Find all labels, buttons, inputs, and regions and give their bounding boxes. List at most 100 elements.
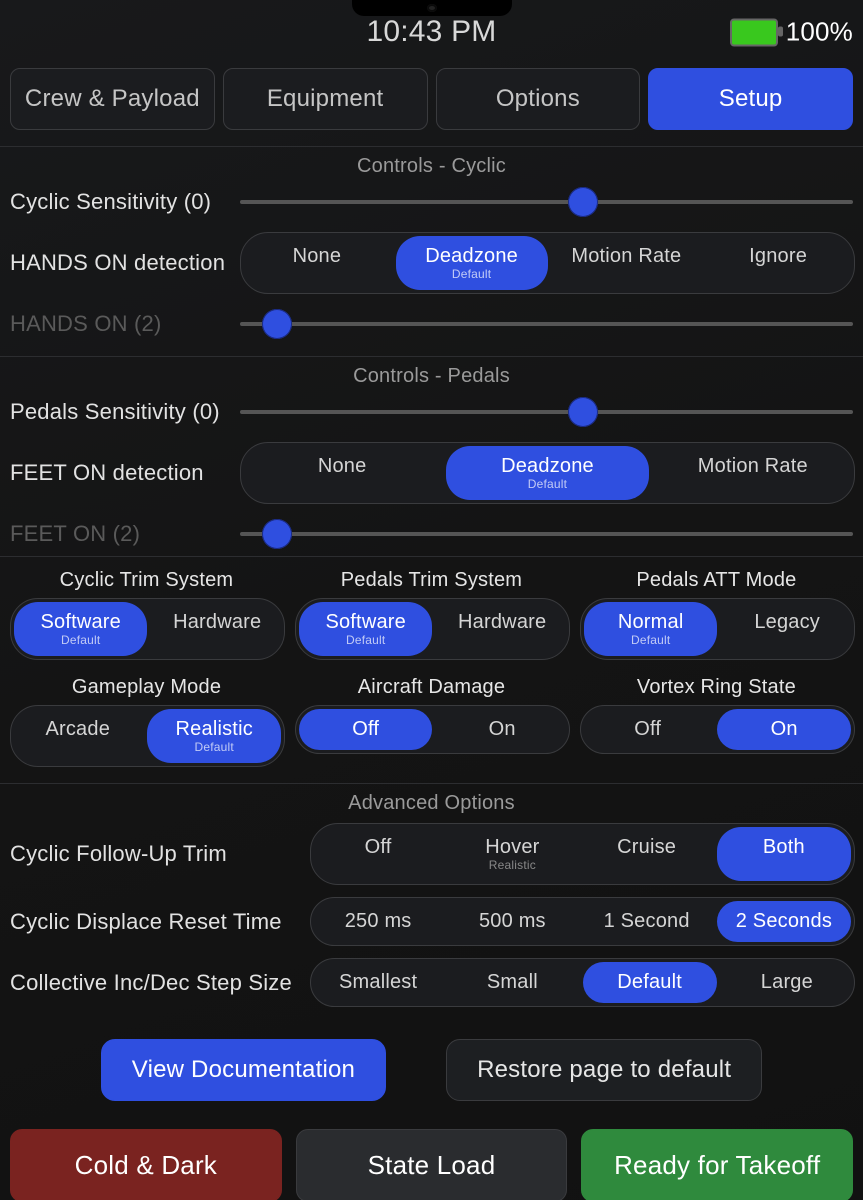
opt-label: Software: [40, 611, 121, 633]
opt-cyclic-trim-hardware[interactable]: Hardware: [150, 599, 283, 659]
opt-sub-default: Default: [450, 477, 644, 491]
opt-feet-none[interactable]: None: [241, 443, 443, 503]
status-battery: 100%: [730, 17, 853, 48]
opt-sub-default: Default: [18, 633, 143, 647]
opt-pedals-trim-hardware[interactable]: Hardware: [435, 599, 568, 659]
opt-label: 2 Seconds: [736, 910, 832, 932]
opt-hands-deadzone-label: Deadzone: [425, 245, 518, 267]
opt-label: Normal: [618, 611, 684, 633]
tab-equipment[interactable]: Equipment: [223, 68, 428, 130]
button-cold-dark[interactable]: Cold & Dark: [10, 1129, 282, 1200]
seg-feet-on-detection: None Deadzone Default Motion Rate: [240, 442, 855, 504]
opt-damage-off[interactable]: Off: [299, 709, 432, 750]
seg-damage: Off On: [295, 705, 570, 754]
opt-sub-default: Default: [588, 633, 713, 647]
opt-label: Both: [763, 836, 805, 858]
card-title-pedals-trim: Pedals Trim System: [295, 569, 568, 592]
opt-hands-motion[interactable]: Motion Rate: [551, 233, 703, 293]
section-title-cyclic: Controls - Cyclic: [0, 146, 863, 180]
opt-gameplay-arcade[interactable]: Arcade: [11, 706, 144, 766]
opt-step-default[interactable]: Default: [583, 962, 717, 1003]
tab-options[interactable]: Options: [436, 68, 641, 130]
opt-sub-default: Default: [303, 633, 428, 647]
slider-feet-on[interactable]: [240, 520, 853, 548]
opt-sub-realistic: Realistic: [449, 858, 575, 872]
opt-hands-deadzone[interactable]: Deadzone Default: [396, 236, 548, 290]
seg-followup-trim: Off Hover Realistic Cruise Both: [310, 823, 855, 885]
opt-cyclic-trim-software[interactable]: Software Default: [14, 602, 147, 656]
tab-setup[interactable]: Setup: [648, 68, 853, 130]
card-title-cyclic-trim: Cyclic Trim System: [10, 569, 283, 592]
button-ready-takeoff[interactable]: Ready for Takeoff: [581, 1129, 853, 1200]
seg-cyclic-trim: Software Default Hardware: [10, 598, 285, 660]
status-time: 10:43 PM: [366, 15, 496, 49]
section-title-advanced: Advanced Options: [0, 784, 863, 817]
tablet-screen: 10:43 PM 100% Crew & Payload Equipment O…: [0, 0, 863, 1200]
opt-reset-250[interactable]: 250 ms: [311, 898, 445, 945]
opt-reset-1s[interactable]: 1 Second: [580, 898, 714, 945]
footer-buttons: Cold & Dark State Load Ready for Takeoff: [0, 1129, 863, 1200]
label-hands-on-detection: HANDS ON detection: [10, 250, 240, 276]
slider-pedals-sensitivity[interactable]: [240, 398, 853, 426]
opt-feet-motion[interactable]: Motion Rate: [652, 443, 854, 503]
card-title-gameplay: Gameplay Mode: [10, 676, 283, 699]
button-restore-defaults[interactable]: Restore page to default: [446, 1039, 762, 1101]
opt-vrs-on[interactable]: On: [717, 709, 850, 750]
card-title-vrs: Vortex Ring State: [580, 676, 853, 699]
opt-pedals-trim-software[interactable]: Software Default: [299, 602, 432, 656]
opt-step-large[interactable]: Large: [720, 959, 854, 1006]
opt-followup-off[interactable]: Off: [311, 824, 445, 884]
opt-sub-default: Default: [400, 267, 544, 281]
seg-hands-on-detection: None Deadzone Default Motion Rate Ignore: [240, 232, 855, 294]
seg-pedals-att: Normal Default Legacy: [580, 598, 855, 660]
opt-label: On: [771, 718, 798, 740]
seg-displace-reset: 250 ms 500 ms 1 Second 2 Seconds: [310, 897, 855, 946]
status-bar: 10:43 PM 100%: [0, 0, 863, 64]
slider-cyclic-sensitivity[interactable]: [240, 188, 853, 216]
trim-cards: Cyclic Trim System Software Default Hard…: [0, 556, 863, 784]
opt-hands-none[interactable]: None: [241, 233, 393, 293]
label-displace-reset: Cyclic Displace Reset Time: [10, 909, 310, 935]
opt-reset-500[interactable]: 500 ms: [445, 898, 579, 945]
opt-pedals-att-normal[interactable]: Normal Default: [584, 602, 717, 656]
opt-step-small[interactable]: Small: [445, 959, 579, 1006]
label-followup-trim: Cyclic Follow-Up Trim: [10, 841, 310, 867]
opt-label: Software: [325, 611, 406, 633]
opt-gameplay-realistic[interactable]: Realistic Default: [147, 709, 280, 763]
opt-followup-both[interactable]: Both: [717, 827, 851, 881]
button-state-load[interactable]: State Load: [296, 1129, 568, 1200]
opt-sub-default: Default: [151, 740, 276, 754]
label-hands-on: HANDS ON (2): [10, 311, 240, 337]
label-feet-on-detection: FEET ON detection: [10, 460, 240, 486]
mid-buttons: View Documentation Restore page to defau…: [0, 1013, 863, 1119]
opt-feet-deadzone-label: Deadzone: [501, 455, 594, 477]
seg-collective-step: Smallest Small Default Large: [310, 958, 855, 1007]
seg-pedals-trim: Software Default Hardware: [295, 598, 570, 660]
label-cyclic-sensitivity: Cyclic Sensitivity (0): [10, 189, 240, 215]
opt-followup-cruise[interactable]: Cruise: [580, 824, 714, 884]
opt-label: Realistic: [176, 718, 253, 740]
opt-label: Default: [617, 971, 682, 993]
tab-crew-payload[interactable]: Crew & Payload: [10, 68, 215, 130]
battery-icon: [730, 18, 778, 46]
label-pedals-sensitivity: Pedals Sensitivity (0): [10, 399, 240, 425]
opt-damage-on[interactable]: On: [435, 706, 568, 753]
opt-feet-deadzone[interactable]: Deadzone Default: [446, 446, 648, 500]
section-title-pedals: Controls - Pedals: [0, 356, 863, 390]
battery-percent: 100%: [786, 17, 853, 48]
opt-label: Hover: [485, 836, 539, 858]
opt-reset-2s[interactable]: 2 Seconds: [717, 901, 851, 942]
card-title-damage: Aircraft Damage: [295, 676, 568, 699]
card-title-pedals-att: Pedals ATT Mode: [580, 569, 853, 592]
opt-hands-ignore[interactable]: Ignore: [702, 233, 854, 293]
opt-pedals-att-legacy[interactable]: Legacy: [720, 599, 853, 659]
label-feet-on: FEET ON (2): [10, 521, 240, 547]
opt-label: Off: [352, 718, 379, 740]
opt-vrs-off[interactable]: Off: [581, 706, 714, 753]
slider-hands-on[interactable]: [240, 310, 853, 338]
opt-step-smallest[interactable]: Smallest: [311, 959, 445, 1006]
button-view-docs[interactable]: View Documentation: [101, 1039, 386, 1101]
seg-gameplay: Arcade Realistic Default: [10, 705, 285, 767]
seg-vrs: Off On: [580, 705, 855, 754]
opt-followup-hover[interactable]: Hover Realistic: [445, 824, 579, 884]
